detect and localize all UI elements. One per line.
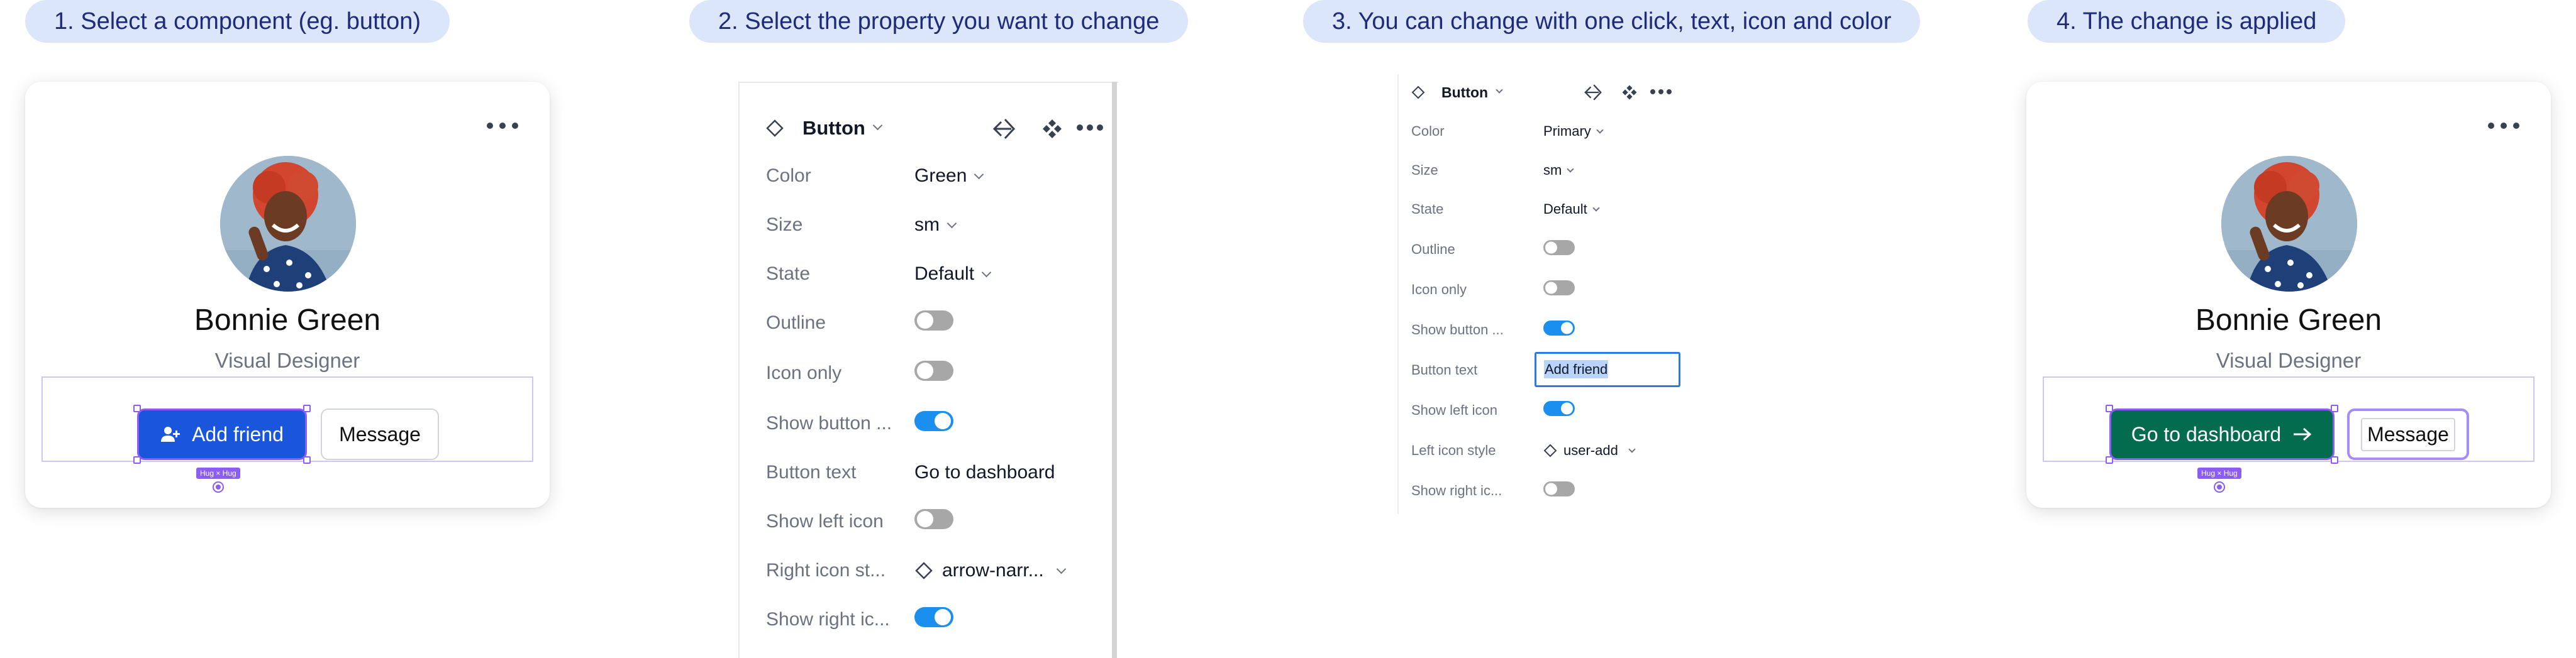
- chevron-down-icon[interactable]: [872, 120, 883, 131]
- more-options-icon[interactable]: [487, 119, 518, 132]
- property-state[interactable]: State Default: [766, 261, 1106, 287]
- property-left-icon-style[interactable]: Left icon style user-add: [1411, 441, 1726, 460]
- property-show-button: Show button ...: [1411, 321, 1726, 339]
- property-show-left-icon: Show left icon: [766, 509, 1106, 534]
- add-friend-button[interactable]: Add friend: [137, 409, 307, 460]
- chevron-down-icon: [1056, 564, 1066, 574]
- show-left-icon-toggle[interactable]: [1543, 401, 1575, 416]
- resize-handle[interactable]: [2331, 456, 2338, 464]
- button-text-value[interactable]: Go to dashboard: [914, 460, 1055, 485]
- hug-indicator: [2214, 481, 2225, 493]
- show-right-icon-toggle[interactable]: [1543, 481, 1575, 496]
- resize-handle[interactable]: [133, 405, 141, 412]
- property-show-left-icon: Show left icon: [1411, 401, 1726, 420]
- more-options-icon[interactable]: [1077, 124, 1103, 132]
- profile-role: Visual Designer: [214, 349, 360, 372]
- profile-name: Bonnie Green: [2195, 304, 2382, 337]
- chevron-down-icon: [1628, 445, 1636, 453]
- chevron-down-icon: [947, 218, 957, 228]
- resize-handle[interactable]: [2106, 405, 2113, 412]
- icon-only-toggle[interactable]: [1543, 280, 1575, 295]
- chevron-down-icon: [981, 267, 992, 277]
- properties-panel-small: Button Color Primary Size sm State Defau…: [1397, 74, 1724, 514]
- more-options-icon[interactable]: [1650, 89, 1672, 96]
- property-show-button: Show button ...: [766, 411, 1106, 436]
- property-button-text[interactable]: Button text Go to dashboard: [766, 460, 1106, 485]
- profile-name: Bonnie Green: [194, 304, 381, 337]
- property-outline: Outline: [766, 310, 1106, 336]
- message-label: Message: [2361, 417, 2455, 451]
- chevron-down-icon[interactable]: [1496, 86, 1503, 94]
- avatar: [2221, 156, 2357, 292]
- profile-card-after: Bonnie Green Visual Designer Go to dashb…: [2026, 82, 2551, 508]
- component-diamond-icon: [915, 562, 933, 579]
- properties-panel-large: Button Color Green Size sm State Default: [738, 82, 1118, 658]
- hug-size-tag: Hug × Hug: [196, 468, 240, 479]
- resize-handle[interactable]: [2106, 456, 2113, 464]
- property-outline: Outline: [1411, 240, 1726, 259]
- scrollbar[interactable]: [1112, 82, 1117, 658]
- avatar: [220, 156, 356, 292]
- user-add-icon: [161, 427, 180, 442]
- property-color[interactable]: Color Primary: [1411, 122, 1726, 141]
- component-set-icon[interactable]: [1041, 118, 1063, 140]
- chevron-down-icon: [1592, 204, 1600, 212]
- profile-role: Visual Designer: [2216, 349, 2362, 372]
- add-friend-label: Add friend: [192, 422, 284, 446]
- button-text-input[interactable]: Add friend: [1535, 352, 1680, 387]
- message-label: Message: [339, 422, 421, 446]
- outline-toggle[interactable]: [914, 310, 953, 331]
- property-right-icon-style[interactable]: Right icon st... arrow-narr...: [766, 558, 1106, 583]
- show-right-icon-toggle[interactable]: [914, 607, 953, 627]
- outline-toggle[interactable]: [1543, 240, 1575, 255]
- property-size[interactable]: Size sm: [766, 212, 1106, 238]
- profile-card-before: Bonnie Green Visual Designer Add friend …: [25, 82, 550, 508]
- show-button-toggle[interactable]: [914, 411, 953, 431]
- icon-only-toggle[interactable]: [914, 361, 953, 381]
- property-size[interactable]: Size sm: [1411, 161, 1726, 180]
- property-icon-only: Icon only: [1411, 280, 1726, 299]
- resize-handle[interactable]: [133, 456, 141, 464]
- hug-indicator: [213, 481, 224, 493]
- property-icon-only: Icon only: [766, 361, 1106, 386]
- go-to-dashboard-button[interactable]: Go to dashboard: [2109, 409, 2334, 460]
- step-2-label: 2. Select the property you want to chang…: [689, 0, 1189, 43]
- property-state[interactable]: State Default: [1411, 200, 1726, 219]
- step-1-label: 1. Select a component (eg. button): [25, 0, 450, 43]
- show-button-toggle[interactable]: [1543, 321, 1575, 336]
- component-set-icon[interactable]: [1621, 84, 1638, 101]
- component-diamond-icon: [1543, 444, 1557, 458]
- chevron-down-icon: [1596, 126, 1604, 134]
- message-button[interactable]: Message: [321, 409, 439, 460]
- chevron-down-icon: [974, 169, 984, 179]
- property-show-right-icon: Show right ic...: [1411, 481, 1726, 500]
- component-diamond-icon: [766, 119, 784, 137]
- hug-size-tag: Hug × Hug: [2197, 468, 2241, 479]
- go-to-component-icon[interactable]: [1584, 83, 1605, 102]
- chevron-down-icon: [1567, 165, 1574, 173]
- property-button-text: Button text Add friend: [1411, 352, 1726, 387]
- resize-handle[interactable]: [303, 405, 311, 412]
- step-4-label: 4. The change is applied: [2028, 0, 2346, 43]
- go-to-dashboard-label: Go to dashboard: [2131, 422, 2282, 446]
- property-color[interactable]: Color Green: [766, 163, 1106, 189]
- arrow-right-icon: [2294, 427, 2312, 441]
- step-3-label: 3. You can change with one click, text, …: [1303, 0, 1921, 43]
- more-options-icon[interactable]: [2488, 119, 2519, 132]
- show-left-icon-toggle[interactable]: [914, 509, 953, 529]
- resize-handle[interactable]: [2331, 405, 2338, 412]
- component-name: Button: [1441, 84, 1489, 101]
- component-name: Button: [802, 117, 865, 139]
- message-button[interactable]: Message: [2347, 409, 2469, 460]
- resize-handle[interactable]: [303, 456, 311, 464]
- component-diamond-icon: [1411, 85, 1425, 99]
- go-to-component-icon[interactable]: [992, 117, 1019, 141]
- property-show-right-icon: Show right ic...: [766, 607, 1106, 632]
